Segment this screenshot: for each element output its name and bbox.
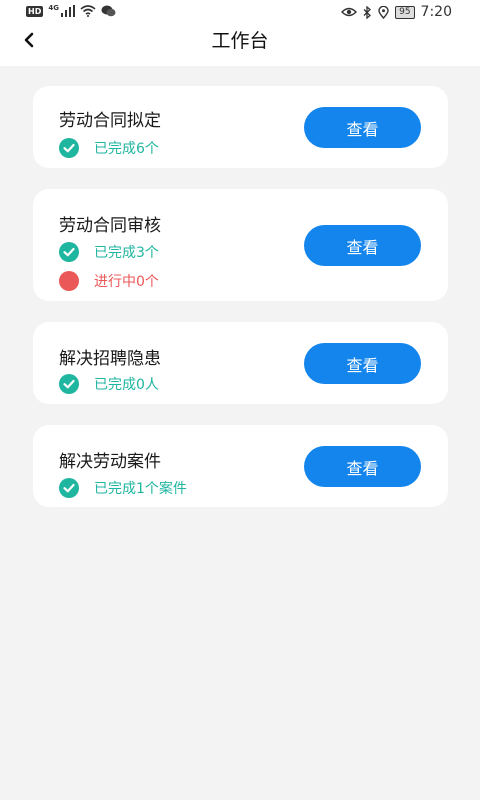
check-circle-icon — [59, 138, 79, 158]
page-title: 工作台 — [211, 30, 269, 52]
red-dot-icon — [59, 271, 79, 291]
eye-icon — [341, 7, 358, 17]
hd-badge: HD — [26, 5, 44, 17]
stat-text-done: 已完成1个案件 — [94, 481, 187, 497]
stat-text-done: 已完成6个 — [94, 141, 159, 157]
card-title: 劳动合同拟定 — [59, 111, 161, 131]
bluetooth-icon — [363, 5, 372, 19]
stat-text-done: 已完成3个 — [94, 245, 159, 261]
check-circle-icon — [59, 242, 79, 262]
stat-row-done: 已完成6个 — [59, 138, 159, 158]
stat-text-progress: 进行中0个 — [94, 274, 159, 290]
card-contract-review: 劳动合同审核 已完成3个 进行中0个 查看 — [33, 189, 448, 301]
card-title: 解决招聘隐患 — [59, 349, 161, 369]
view-button[interactable]: 查看 — [304, 225, 421, 266]
card-labor-cases: 解决劳动案件 已完成1个案件 查看 — [33, 425, 448, 507]
check-circle-icon — [59, 478, 79, 498]
stat-row-done: 已完成1个案件 — [59, 478, 187, 498]
network-type: 4G — [48, 4, 59, 12]
view-button[interactable]: 查看 — [304, 343, 421, 384]
card-title: 劳动合同审核 — [59, 216, 161, 236]
status-left: HD 4G — [26, 4, 116, 17]
stat-text-done: 已完成0人 — [94, 377, 159, 393]
signal-icon — [60, 5, 75, 17]
wechat-icon — [101, 5, 116, 17]
wifi-icon — [80, 5, 96, 17]
stat-row-done: 已完成3个 — [59, 242, 159, 262]
view-button[interactable]: 查看 — [304, 107, 421, 148]
check-circle-icon — [59, 374, 79, 394]
status-bar: HD 4G 95 7:20 — [0, 0, 480, 24]
battery-level: 95 — [395, 5, 415, 19]
view-button[interactable]: 查看 — [304, 446, 421, 487]
stat-row-done: 已完成0人 — [59, 374, 159, 394]
status-time: 7:20 — [420, 4, 452, 20]
card-recruitment-risks: 解决招聘隐患 已完成0人 查看 — [33, 322, 448, 404]
card-title: 解决劳动案件 — [59, 452, 161, 472]
header: 工作台 — [0, 24, 480, 66]
stat-row-progress: 进行中0个 — [59, 271, 159, 291]
location-icon — [378, 5, 389, 19]
card-contract-drafting: 劳动合同拟定 已完成6个 查看 — [33, 86, 448, 168]
status-right: 95 7:20 — [341, 4, 452, 20]
